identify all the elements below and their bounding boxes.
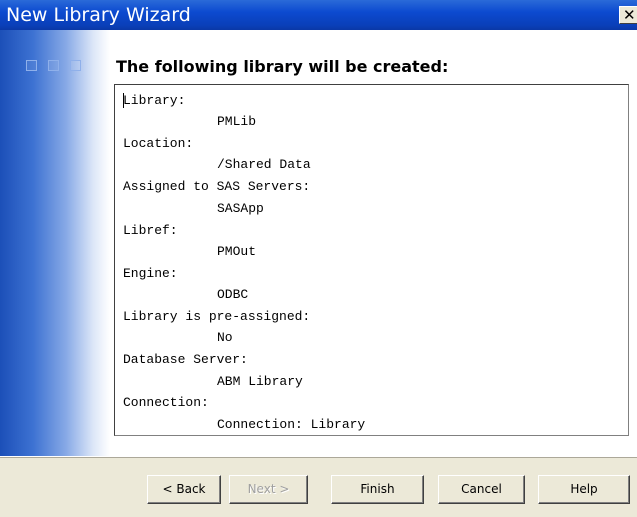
summary-label: Assigned to SAS Servers: bbox=[123, 179, 311, 194]
close-button[interactable]: ✕ bbox=[619, 6, 637, 24]
next-button[interactable]: Next > bbox=[229, 475, 308, 504]
back-button[interactable]: < Back bbox=[147, 475, 221, 504]
summary-heading: The following library will be created: bbox=[116, 57, 449, 76]
summary-value: No bbox=[217, 330, 233, 345]
summary-label: Location: bbox=[123, 136, 194, 151]
cancel-button[interactable]: Cancel bbox=[438, 475, 525, 504]
summary-value: SASApp bbox=[217, 201, 264, 216]
close-icon: ✕ bbox=[623, 6, 636, 24]
help-button[interactable]: Help bbox=[538, 475, 630, 504]
step-indicator-icon bbox=[48, 60, 59, 71]
summary-label: Connection: bbox=[123, 395, 209, 410]
summary-label: Libref: bbox=[123, 223, 178, 238]
summary-value: PMOut bbox=[217, 244, 257, 259]
summary-value: PMLib bbox=[217, 114, 257, 129]
summary-label: Library is pre-assigned: bbox=[123, 309, 311, 324]
wizard-sidebar-banner bbox=[0, 30, 110, 456]
finish-button[interactable]: Finish bbox=[331, 475, 424, 504]
wizard-window: New Library Wizard ✕ The following libra… bbox=[0, 0, 637, 517]
summary-label: Database Server: bbox=[123, 352, 248, 367]
step-indicator-icon bbox=[26, 60, 37, 71]
summary-value: ABM Library bbox=[217, 374, 303, 389]
title-bar[interactable]: New Library Wizard ✕ bbox=[0, 0, 637, 30]
step-indicator-icon bbox=[70, 60, 81, 71]
summary-value: /Shared Data bbox=[217, 157, 311, 172]
summary-value: ODBC bbox=[217, 287, 249, 302]
summary-label: Engine: bbox=[123, 266, 178, 281]
window-title: New Library Wizard bbox=[6, 4, 191, 26]
summary-label: Library: bbox=[123, 93, 186, 108]
summary-value: Connection: Library bbox=[217, 417, 366, 432]
summary-text-area[interactable]: Library: PMLib Location: /Shared Data As… bbox=[114, 84, 629, 436]
